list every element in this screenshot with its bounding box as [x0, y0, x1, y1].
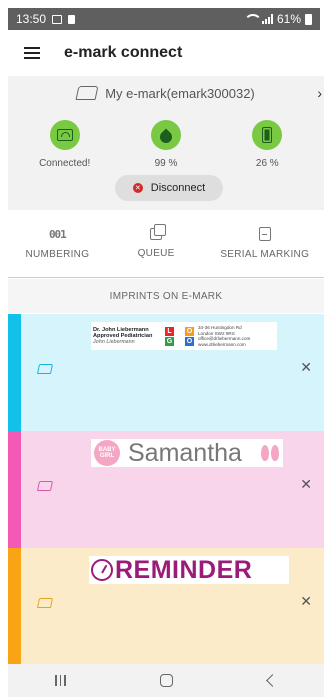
ink-level-circle: [150, 120, 181, 150]
close-circle-icon: ✕: [132, 183, 143, 193]
imprint-accent-stripe: [8, 314, 21, 431]
imprint-body[interactable]: REMINDER ✕: [21, 548, 324, 664]
close-icon[interactable]: ✕: [300, 476, 312, 493]
battery-level-label: 26 %: [255, 158, 279, 169]
logo-letter: L: [165, 326, 174, 336]
device-stats: Connected! 99 % 26 %: [8, 120, 324, 169]
serial-marking-label: SERIAL MARKING: [220, 249, 310, 260]
imprint-device-icon[interactable]: [36, 598, 54, 608]
imprint-item[interactable]: Dr. John Liebermann Approved Pediatricia…: [8, 314, 324, 431]
baby-feet-icon: [261, 445, 279, 461]
device-name: My e-mark(emark300032): [105, 85, 255, 101]
card-text: Dr. John Liebermann Approved Pediatricia…: [93, 327, 161, 346]
reminder-text: REMINDER: [115, 555, 253, 584]
samantha-imprint: BABY GIRL Samantha: [91, 439, 283, 467]
battery-percent: 61%: [276, 12, 301, 26]
card-address: 34-36 Huntingdon Rd London SW2 9RS offic…: [198, 325, 250, 347]
ink-drop-icon: [157, 128, 175, 145]
imprint-body[interactable]: BABY GIRL Samantha ✕: [21, 431, 324, 548]
imprint-item[interactable]: REMINDER ✕: [8, 548, 324, 664]
imprint-device-icon[interactable]: [36, 481, 54, 491]
numbering-button[interactable]: 001 NUMBERING: [8, 210, 107, 277]
imprints-header: IMPRINTS ON E-MARK: [8, 279, 324, 313]
wifi-router-icon: [56, 129, 73, 141]
status-bar: 13:50 61%: [8, 8, 320, 30]
business-card-imprint: Dr. John Liebermann Approved Pediatricia…: [91, 322, 277, 350]
printer-device-icon: [75, 86, 99, 100]
imprint-accent-stripe: [8, 548, 21, 664]
connection-status-circle: [49, 120, 80, 150]
app-notification-icon: [68, 14, 76, 24]
battery-icon: [262, 127, 273, 143]
back-icon[interactable]: [265, 674, 279, 687]
serial-marking-icon: [258, 227, 271, 241]
samantha-text: Samantha: [128, 438, 242, 467]
reminder-imprint: REMINDER: [89, 556, 289, 584]
address-line: www.drliebermann.com: [198, 341, 246, 347]
imprint-body[interactable]: Dr. John Liebermann Approved Pediatricia…: [21, 314, 324, 431]
hamburger-icon[interactable]: [24, 47, 40, 59]
logo-mark: L O G O: [165, 326, 194, 346]
baby-girl-badge: BABY GIRL: [94, 440, 120, 466]
connection-stat: Connected!: [20, 120, 110, 169]
numbering-label: NUMBERING: [25, 248, 90, 260]
serial-marking-button[interactable]: SERIAL MARKING: [206, 210, 324, 277]
home-icon[interactable]: [160, 674, 174, 687]
queue-button[interactable]: QUEUE: [107, 210, 206, 277]
logo-letter: O: [185, 326, 194, 336]
close-icon[interactable]: ✕: [300, 359, 312, 376]
app-bar: e-mark connect: [8, 30, 324, 76]
status-time: 13:50: [16, 12, 47, 26]
ink-level-label: 99 %: [154, 158, 178, 169]
disconnect-label: Disconnect: [150, 182, 206, 194]
wifi-status-icon: [243, 14, 262, 24]
clock-icon: [91, 559, 113, 581]
app-title: e-mark connect: [64, 44, 183, 61]
gallery-notification-icon: [52, 14, 63, 24]
device-selector[interactable]: My e-mark(emark300032) ›: [8, 76, 324, 110]
logo-letter: G: [165, 336, 174, 346]
actions-row: 001 NUMBERING QUEUE SERIAL MARKING: [8, 210, 324, 278]
close-icon[interactable]: ✕: [300, 593, 312, 610]
ink-stat: 99 %: [121, 120, 211, 169]
imprint-item[interactable]: BABY GIRL Samantha ✕: [8, 431, 324, 548]
recents-icon[interactable]: [55, 675, 66, 686]
system-nav-bar: [8, 664, 324, 697]
connection-label: Connected!: [39, 158, 91, 169]
address-line: office@drliebermann.com: [198, 336, 251, 341]
queue-icon: [150, 224, 167, 240]
device-panel: My e-mark(emark300032) › Connected! 99 %…: [8, 76, 324, 210]
battery-stat: 26 %: [222, 120, 312, 169]
logo-letter: O: [185, 336, 194, 346]
battery-level-circle: [252, 120, 283, 150]
queue-label: QUEUE: [137, 248, 175, 259]
signal-icon: [261, 14, 273, 24]
battery-status-icon: [305, 13, 312, 25]
numbering-icon: 001: [48, 227, 67, 241]
imprint-accent-stripe: [8, 431, 21, 548]
card-signature: John Liebermann: [93, 338, 135, 345]
disconnect-button[interactable]: ✕ Disconnect: [115, 175, 223, 201]
imprint-device-icon[interactable]: [36, 364, 54, 374]
chevron-right-icon[interactable]: ›: [317, 85, 322, 101]
